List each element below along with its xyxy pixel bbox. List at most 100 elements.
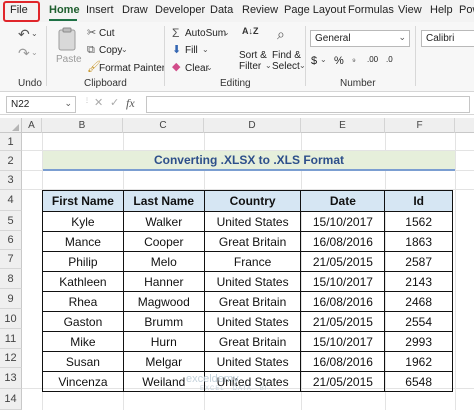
cell-country[interactable]: Great Britain	[203, 231, 302, 252]
copy-button[interactable]: Copy	[99, 45, 122, 56]
cell-last-name[interactable]: Hurn	[122, 331, 205, 352]
cancel-entry-icon[interactable]: ✕	[94, 98, 103, 109]
cell-id[interactable]: 2468	[384, 291, 453, 312]
formula-input[interactable]	[146, 96, 470, 113]
header-first-name[interactable]: First Name	[42, 190, 124, 212]
header-date[interactable]: Date	[300, 190, 386, 212]
row-header-6[interactable]: 6	[0, 231, 22, 250]
tab-developer[interactable]: Developer	[155, 4, 205, 16]
cell-first-name[interactable]: Rhea	[42, 291, 124, 312]
row-header-8[interactable]: 8	[0, 269, 22, 289]
font-family-dropdown[interactable]: Calibri	[421, 30, 474, 47]
row-header-10[interactable]: 10	[0, 309, 22, 329]
row-header-13[interactable]: 13	[0, 368, 22, 389]
row-header-3[interactable]: 3	[0, 171, 22, 190]
cell-first-name[interactable]: Mance	[42, 231, 124, 252]
tab-formulas[interactable]: Formulas	[348, 4, 394, 16]
column-header-e[interactable]: E	[301, 118, 385, 133]
cell-first-name[interactable]: Susan	[42, 351, 124, 372]
format-painter-button[interactable]: Format Painter	[99, 63, 165, 74]
cell-country[interactable]: United States	[203, 271, 302, 292]
column-header-f[interactable]: F	[385, 118, 455, 133]
cell-id[interactable]: 2143	[384, 271, 453, 292]
comma-style-icon[interactable]: ⁹	[352, 57, 356, 66]
increase-decimal-button[interactable]: .00	[367, 55, 378, 64]
tab-review[interactable]: Review	[242, 4, 278, 16]
cell-last-name[interactable]: Brumm	[122, 311, 205, 332]
cell-date[interactable]: 21/05/2015	[300, 251, 386, 272]
cell-id[interactable]: 2993	[384, 331, 453, 352]
autosum-dropdown-icon[interactable]: ⌄	[223, 29, 230, 37]
row-header-14[interactable]: 14	[0, 389, 22, 410]
row-header-4[interactable]: 4	[0, 190, 22, 211]
percent-button[interactable]: %	[334, 55, 344, 67]
tab-insert[interactable]: Insert	[86, 4, 114, 16]
tab-home[interactable]: Home	[49, 4, 80, 16]
column-header-c[interactable]: C	[123, 118, 204, 133]
undo-icon[interactable]: ↶	[18, 27, 30, 41]
more-options-icon[interactable]: ⋮	[84, 98, 90, 104]
copy-dropdown-icon[interactable]: ⌄	[121, 46, 128, 54]
row-header-7[interactable]: 7	[0, 250, 22, 269]
confirm-entry-icon[interactable]: ✓	[110, 98, 119, 109]
insert-function-icon[interactable]: fx	[126, 97, 135, 109]
cell-date[interactable]: 16/08/2016	[300, 231, 386, 252]
paste-button[interactable]: Paste	[55, 27, 82, 65]
cell-last-name[interactable]: Cooper	[122, 231, 205, 252]
cell-country[interactable]: Great Britain	[203, 331, 302, 352]
decrease-decimal-button[interactable]: .0	[386, 55, 393, 64]
header-last-name[interactable]: Last Name	[122, 190, 205, 212]
header-country[interactable]: Country	[203, 190, 302, 212]
tab-help[interactable]: Help	[430, 4, 453, 16]
cell-date[interactable]: 21/05/2015	[300, 371, 386, 392]
cell-id[interactable]: 6548	[384, 371, 453, 392]
cell-id[interactable]: 1863	[384, 231, 453, 252]
row-header-12[interactable]: 12	[0, 349, 22, 368]
cell-date[interactable]: 15/10/2017	[300, 271, 386, 292]
cell-first-name[interactable]: Gaston	[42, 311, 124, 332]
row-header-5[interactable]: 5	[0, 211, 22, 231]
cell-date[interactable]: 16/08/2016	[300, 291, 386, 312]
cell-id[interactable]: 2554	[384, 311, 453, 332]
cell-first-name[interactable]: Mike	[42, 331, 124, 352]
row-header-9[interactable]: 9	[0, 289, 22, 309]
select-all-corner[interactable]	[0, 118, 22, 133]
tab-data[interactable]: Data	[210, 4, 233, 16]
cell-date[interactable]: 21/05/2015	[300, 311, 386, 332]
cell-date[interactable]: 16/08/2016	[300, 351, 386, 372]
cell-last-name[interactable]: Hanner	[122, 271, 205, 292]
tab-view[interactable]: View	[398, 4, 422, 16]
cell-country[interactable]: United States	[203, 311, 302, 332]
header-id[interactable]: Id	[384, 190, 453, 212]
cell-country[interactable]: France	[203, 251, 302, 272]
cell-first-name[interactable]: Kathleen	[42, 271, 124, 292]
undo-dropdown-icon[interactable]: ⌄	[31, 30, 38, 38]
cell-first-name[interactable]: Philip	[42, 251, 124, 272]
tab-power[interactable]: Pow	[459, 4, 474, 16]
name-box[interactable]: N22 ⌄	[6, 96, 76, 113]
cell-last-name[interactable]: Melo	[122, 251, 205, 272]
number-format-dropdown[interactable]: General ⌄	[310, 30, 410, 47]
cell-last-name[interactable]: Melgar	[122, 351, 205, 372]
column-header-d[interactable]: D	[204, 118, 301, 133]
row-header-1[interactable]: 1	[0, 133, 22, 151]
currency-dropdown-icon[interactable]: ⌄	[320, 56, 327, 64]
cell-country[interactable]: Great Britain	[203, 291, 302, 312]
column-header-b[interactable]: B	[42, 118, 123, 133]
cell-country[interactable]: United States	[203, 211, 302, 232]
clear-dropdown-icon[interactable]: ⌄	[206, 64, 213, 72]
cell-date[interactable]: 15/10/2017	[300, 331, 386, 352]
column-header-a[interactable]: A	[22, 118, 42, 133]
redo-dropdown-icon[interactable]: ⌄	[31, 49, 38, 57]
cell-last-name[interactable]: Walker	[122, 211, 205, 232]
currency-button[interactable]: $	[311, 55, 317, 67]
cell-first-name[interactable]: Kyle	[42, 211, 124, 232]
cell-country[interactable]: United States	[203, 351, 302, 372]
cell-id[interactable]: 1562	[384, 211, 453, 232]
sort-filter-button[interactable]: A↓Z Sort & Filter ⌄	[236, 27, 272, 73]
fill-button[interactable]: Fill	[185, 45, 198, 56]
cell-id[interactable]: 1962	[384, 351, 453, 372]
cell-id[interactable]: 2587	[384, 251, 453, 272]
row-header-11[interactable]: 11	[0, 329, 22, 349]
cut-button[interactable]: Cut	[99, 28, 115, 39]
